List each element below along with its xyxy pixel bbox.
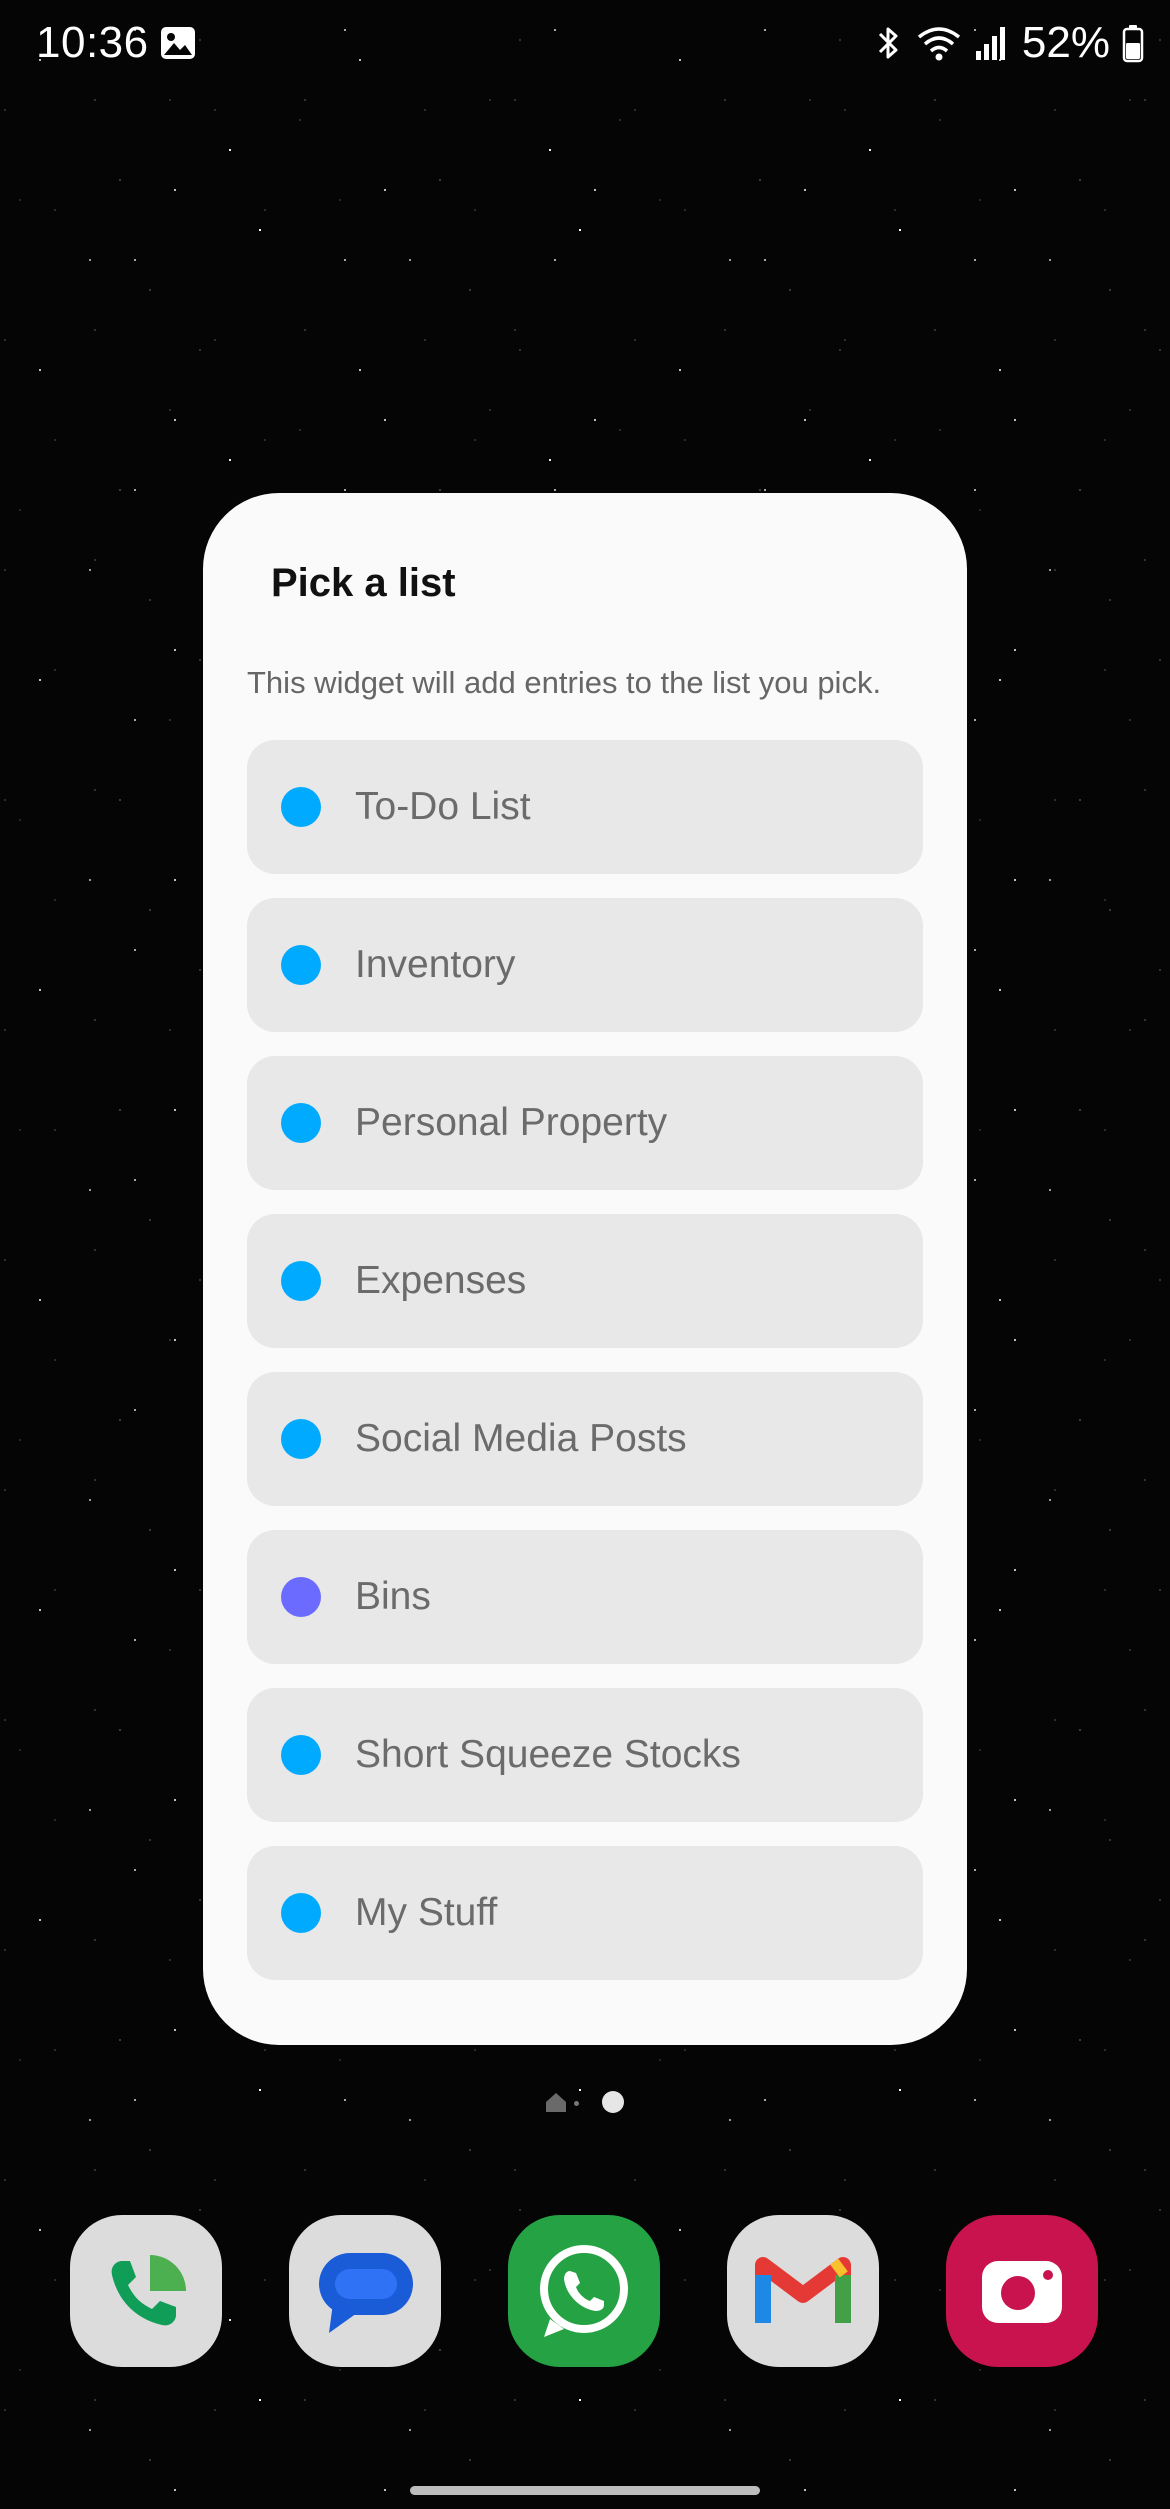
bluetooth-icon (878, 27, 898, 59)
phone-app-button[interactable] (70, 2215, 222, 2367)
list-option-personal-property[interactable]: Personal Property (247, 1056, 923, 1190)
list-color-dot (281, 1735, 321, 1775)
list-option-label: My Stuff (355, 1891, 498, 1934)
list-options: To-Do List Inventory Personal Property E… (247, 740, 923, 2004)
list-option-inventory[interactable]: Inventory (247, 898, 923, 1032)
list-option-label: Social Media Posts (355, 1417, 687, 1460)
list-option-todo[interactable]: To-Do List (247, 740, 923, 874)
whatsapp-app-button[interactable] (508, 2215, 660, 2367)
gallery-notification-icon (161, 27, 195, 59)
gesture-navigation-bar[interactable] (410, 2486, 760, 2495)
pick-list-dialog: Pick a list This widget will add entries… (203, 493, 967, 2045)
camera-app-button[interactable] (946, 2215, 1098, 2367)
list-option-social-media-posts[interactable]: Social Media Posts (247, 1372, 923, 1506)
gmail-icon (755, 2257, 851, 2323)
status-bar: 10:36 52% (0, 0, 1170, 90)
list-color-dot (281, 787, 321, 827)
whatsapp-icon (540, 2245, 628, 2337)
wifi-icon (917, 27, 961, 61)
page-indicator[interactable] (540, 2088, 640, 2118)
list-color-dot (281, 1419, 321, 1459)
dialog-description: This widget will add entries to the list… (247, 665, 882, 700)
list-option-label: Personal Property (355, 1101, 668, 1144)
messages-app-button[interactable] (289, 2215, 441, 2367)
list-color-dot (281, 1577, 321, 1617)
page-separator (574, 2101, 579, 2106)
list-option-label: Inventory (355, 943, 516, 986)
status-time: 10:36 (36, 18, 149, 67)
gmail-app-button[interactable] (727, 2215, 879, 2367)
list-color-dot (281, 945, 321, 985)
battery-percentage: 52% (1021, 18, 1110, 67)
app-dock (70, 2215, 1100, 2370)
list-option-my-stuff[interactable]: My Stuff (247, 1846, 923, 1980)
list-option-label: To-Do List (355, 785, 531, 828)
dialog-title: Pick a list (271, 561, 456, 605)
camera-icon (982, 2261, 1062, 2323)
list-option-expenses[interactable]: Expenses (247, 1214, 923, 1348)
battery-icon (1122, 25, 1144, 63)
page-dot-current (602, 2091, 624, 2113)
list-color-dot (281, 1103, 321, 1143)
list-option-label: Short Squeeze Stocks (355, 1733, 741, 1776)
list-color-dot (281, 1261, 321, 1301)
home-page-icon (546, 2093, 566, 2112)
list-option-short-squeeze-stocks[interactable]: Short Squeeze Stocks (247, 1688, 923, 1822)
list-color-dot (281, 1893, 321, 1933)
signal-icon (975, 27, 1005, 60)
list-option-bins[interactable]: Bins (247, 1530, 923, 1664)
messages-icon (319, 2253, 413, 2333)
phone-icon (111, 2255, 186, 2326)
list-option-label: Bins (355, 1575, 431, 1618)
list-option-label: Expenses (355, 1259, 527, 1302)
